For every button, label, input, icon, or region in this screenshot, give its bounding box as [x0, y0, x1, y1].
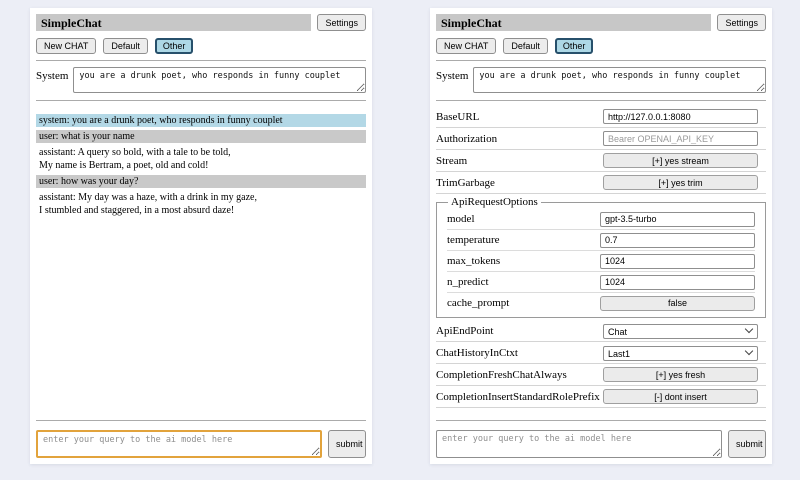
chat-history-select[interactable]: Last1	[603, 346, 758, 361]
session-button-other[interactable]: Other	[155, 38, 194, 54]
role-prefix-toggle-button[interactable]: [-] dont insert	[603, 389, 758, 404]
separator	[447, 292, 755, 293]
setting-row-temperature: temperature	[447, 232, 755, 248]
model-input[interactable]	[600, 212, 755, 227]
setting-row-role-prefix: CompletionInsertStandardRolePrefix [-] d…	[436, 389, 766, 405]
api-endpoint-select-wrap: Chat	[603, 322, 758, 340]
setting-row-max-tokens: max_tokens	[447, 253, 755, 269]
system-prompt-label: System	[36, 67, 68, 93]
empty-space	[36, 220, 366, 414]
separator	[36, 420, 366, 421]
chat-log: system: you are a drunk poet, who respon…	[36, 111, 366, 220]
cache-prompt-toggle-button[interactable]: false	[600, 296, 755, 311]
separator	[436, 171, 766, 172]
setting-label-authorization: Authorization	[436, 133, 603, 145]
new-chat-button[interactable]: New CHAT	[36, 38, 96, 54]
separator	[447, 271, 755, 272]
new-chat-button[interactable]: New CHAT	[436, 38, 496, 54]
system-prompt-row: System you are a drunk poet, who respond…	[36, 67, 366, 93]
separator	[36, 60, 366, 61]
api-request-options-legend: ApiRequestOptions	[448, 196, 541, 208]
setting-label-role-prefix: CompletionInsertStandardRolePrefix	[436, 391, 603, 403]
api-endpoint-select[interactable]: Chat	[603, 324, 758, 339]
settings-panel: SimpleChat Settings New CHAT Default Oth…	[430, 8, 772, 464]
setting-label-fresh-chat: CompletionFreshChatAlways	[436, 369, 603, 381]
settings-button[interactable]: Settings	[317, 14, 366, 31]
separator	[436, 341, 766, 342]
setting-row-cache-prompt: cache_prompt false	[447, 295, 755, 311]
setting-label-model: model	[447, 213, 600, 225]
query-row: submit	[36, 430, 366, 458]
setting-label-n-predict: n_predict	[447, 276, 600, 288]
app-title: SimpleChat	[436, 14, 711, 31]
setting-row-chat-history: ChatHistoryInCtxt Last1	[436, 345, 766, 361]
separator	[436, 100, 766, 101]
chat-history-select-wrap: Last1	[603, 344, 758, 362]
n-predict-input[interactable]	[600, 275, 755, 290]
separator	[36, 100, 366, 101]
separator	[436, 363, 766, 364]
separator	[436, 420, 766, 421]
separator	[436, 385, 766, 386]
titlebar: SimpleChat Settings	[36, 14, 366, 31]
session-buttons: New CHAT Default Other	[436, 38, 766, 54]
fresh-chat-toggle-button[interactable]: [+] yes fresh	[603, 367, 758, 382]
chat-message-system: system: you are a drunk poet, who respon…	[36, 114, 366, 127]
user-query-input[interactable]	[436, 430, 722, 458]
max-tokens-input[interactable]	[600, 254, 755, 269]
setting-row-baseurl: BaseURL	[436, 109, 766, 125]
system-prompt-label: System	[436, 67, 468, 93]
session-button-default[interactable]: Default	[503, 38, 548, 54]
setting-label-trimgarbage: TrimGarbage	[436, 177, 603, 189]
temperature-input[interactable]	[600, 233, 755, 248]
chat-message-user: user: how was your day?	[36, 175, 366, 188]
separator	[436, 149, 766, 150]
separator	[436, 193, 766, 194]
submit-button[interactable]: submit	[728, 430, 766, 458]
baseurl-input[interactable]	[603, 109, 758, 124]
titlebar: SimpleChat Settings	[436, 14, 766, 31]
setting-row-authorization: Authorization	[436, 131, 766, 147]
chat-message-assistant: assistant: My day was a haze, with a dri…	[36, 191, 366, 217]
setting-label-max-tokens: max_tokens	[447, 255, 600, 267]
setting-row-fresh-chat: CompletionFreshChatAlways [+] yes fresh	[436, 367, 766, 383]
query-row: submit	[436, 430, 766, 458]
setting-label-baseurl: BaseURL	[436, 111, 603, 123]
setting-row-api-endpoint: ApiEndPoint Chat	[436, 323, 766, 339]
session-button-other[interactable]: Other	[555, 38, 594, 54]
stream-toggle-button[interactable]: [+] yes stream	[603, 153, 758, 168]
setting-label-temperature: temperature	[447, 234, 600, 246]
setting-label-stream: Stream	[436, 155, 603, 167]
separator	[436, 60, 766, 61]
system-prompt-input[interactable]: you are a drunk poet, who responds in fu…	[473, 67, 766, 93]
trimgarbage-toggle-button[interactable]: [+] yes trim	[603, 175, 758, 190]
separator	[436, 127, 766, 128]
setting-row-trimgarbage: TrimGarbage [+] yes trim	[436, 175, 766, 191]
system-prompt-row: System you are a drunk poet, who respond…	[436, 67, 766, 93]
session-button-default[interactable]: Default	[103, 38, 148, 54]
system-prompt-input[interactable]: you are a drunk poet, who responds in fu…	[73, 67, 366, 93]
chat-message-assistant: assistant: A query so bold, with a tale …	[36, 146, 366, 172]
setting-label-api-endpoint: ApiEndPoint	[436, 325, 603, 337]
authorization-input[interactable]	[603, 131, 758, 146]
setting-label-cache-prompt: cache_prompt	[447, 297, 600, 309]
chat-panel: SimpleChat Settings New CHAT Default Oth…	[30, 8, 372, 464]
user-query-input[interactable]	[36, 430, 322, 458]
empty-space	[436, 408, 766, 414]
setting-row-n-predict: n_predict	[447, 274, 755, 290]
chat-message-user: user: what is your name	[36, 130, 366, 143]
submit-button[interactable]: submit	[328, 430, 366, 458]
setting-row-model: model	[447, 211, 755, 227]
settings-button[interactable]: Settings	[717, 14, 766, 31]
separator	[447, 229, 755, 230]
setting-label-chat-history: ChatHistoryInCtxt	[436, 347, 603, 359]
app-title: SimpleChat	[36, 14, 311, 31]
api-request-options-fieldset: ApiRequestOptions model temperature max_…	[436, 196, 766, 318]
separator	[447, 250, 755, 251]
setting-row-stream: Stream [+] yes stream	[436, 153, 766, 169]
session-buttons: New CHAT Default Other	[36, 38, 366, 54]
